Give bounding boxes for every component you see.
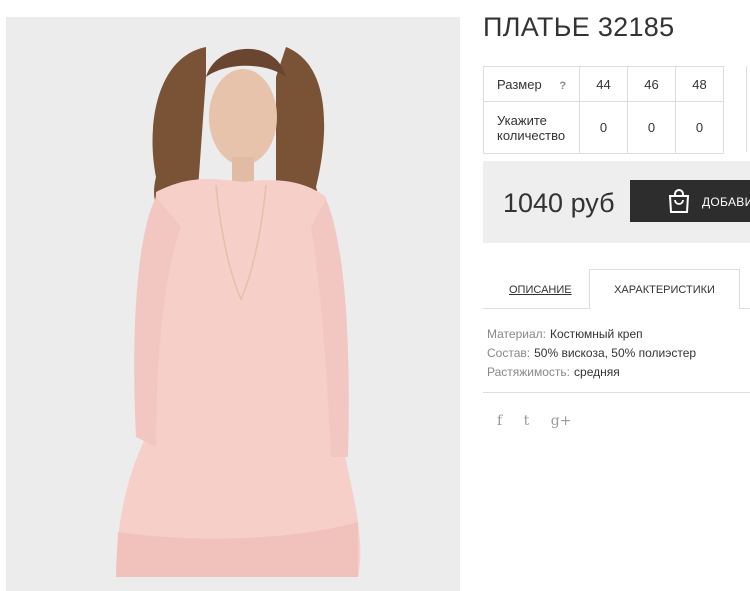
add-to-cart-button[interactable]: ДОБАВИТЬ bbox=[630, 180, 750, 222]
characteristic-row: Растяжимость: средняя bbox=[487, 363, 696, 382]
shopping-bag-icon bbox=[667, 188, 691, 219]
characteristic-value: 50% вискоза, 50% полиэстер bbox=[534, 346, 697, 360]
help-icon[interactable]: ? bbox=[559, 80, 566, 92]
quantity-input-48[interactable]: 0 bbox=[675, 101, 724, 154]
twitter-icon[interactable]: t bbox=[524, 413, 530, 429]
size-quantity-table: Размер ? 44 46 48 Укажите количество 0 0… bbox=[483, 66, 724, 154]
tab-characteristics[interactable]: ХАРАКТЕРИСТИКИ bbox=[589, 269, 740, 309]
table-overflow-cell bbox=[746, 66, 750, 152]
price-box: 1040 руб ДОБАВИТЬ bbox=[483, 161, 750, 243]
add-to-cart-label: ДОБАВИТЬ bbox=[702, 195, 750, 209]
facebook-icon[interactable]: f bbox=[497, 413, 502, 429]
quantity-input-44[interactable]: 0 bbox=[579, 101, 628, 154]
size-option-46: 46 bbox=[627, 66, 676, 102]
quantity-label: Укажите количество bbox=[483, 101, 580, 154]
size-label-cell: Размер ? bbox=[483, 66, 580, 102]
tab-divider bbox=[483, 308, 589, 309]
characteristic-key: Материал: bbox=[487, 327, 546, 341]
characteristics-list: Материал: Костюмный креп Состав: 50% виско… bbox=[487, 325, 696, 382]
tab-description[interactable]: ОПИСАНИЕ bbox=[509, 284, 572, 296]
tab-divider-right bbox=[740, 308, 750, 309]
size-option-44: 44 bbox=[579, 66, 628, 102]
characteristic-key: Растяжимость: bbox=[487, 365, 571, 379]
product-title: ПЛАТЬЕ 32185 bbox=[483, 12, 675, 42]
characteristic-key: Состав: bbox=[487, 346, 531, 360]
product-tabs: ОПИСАНИЕ ХАРАКТЕРИСТИКИ bbox=[483, 269, 750, 309]
quantity-input-46[interactable]: 0 bbox=[627, 101, 676, 154]
google-plus-icon[interactable]: g+ bbox=[551, 413, 572, 429]
social-share: f t g+ bbox=[497, 412, 588, 430]
size-label: Размер bbox=[497, 76, 542, 92]
characteristic-value: Костюмный креп bbox=[549, 327, 643, 341]
dress-image bbox=[6, 17, 460, 591]
product-price: 1040 руб bbox=[503, 188, 615, 218]
characteristic-row: Материал: Костюмный креп bbox=[487, 325, 696, 344]
divider bbox=[483, 392, 750, 393]
product-photo[interactable] bbox=[6, 17, 460, 591]
characteristic-row: Состав: 50% вискоза, 50% полиэстер bbox=[487, 344, 696, 363]
size-option-48: 48 bbox=[675, 66, 724, 102]
characteristic-value: средняя bbox=[574, 365, 620, 379]
